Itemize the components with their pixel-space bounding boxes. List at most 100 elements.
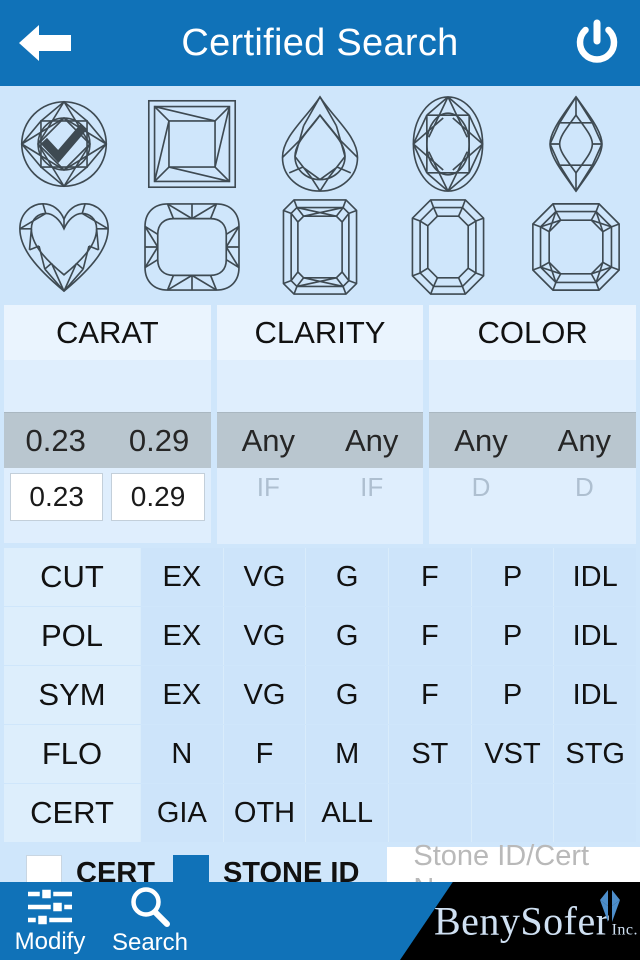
picker-carat-blank — [4, 360, 211, 412]
tab-modify-label: Modify — [14, 927, 86, 955]
grade-cert-oth[interactable]: OTH — [222, 784, 306, 842]
app-header: Certified Search — [0, 0, 640, 86]
grade-cut-f[interactable]: F — [388, 548, 471, 606]
grade-flo-stg[interactable]: STG — [553, 725, 637, 783]
cushion-diamond-icon — [144, 202, 240, 291]
grade-cert-all[interactable]: ALL — [305, 784, 389, 842]
page-title: Certified Search — [181, 21, 459, 64]
grade-row-pol: POL EX VG G F P IDL — [4, 607, 637, 665]
power-button[interactable] — [568, 14, 626, 72]
picker-color-next[interactable]: D D — [429, 468, 636, 522]
picker-color-next-from: D — [471, 472, 491, 502]
sliders-icon — [28, 886, 72, 927]
picker-clarity-next[interactable]: IF IF — [217, 468, 424, 522]
shape-heart[interactable] — [0, 195, 128, 298]
range-pickers: CARAT 0.23 0.29 0.23 0.29 CLARITY Any An… — [0, 305, 640, 544]
grade-row-cert: CERT GIA OTH ALL — [4, 784, 637, 842]
carat-to-input[interactable]: 0.29 — [111, 473, 205, 521]
picker-carat-title: CARAT — [4, 305, 211, 360]
shape-radiant[interactable] — [256, 195, 384, 298]
grade-cert-blank-1 — [388, 784, 471, 842]
picker-carat-from: 0.23 — [25, 422, 86, 458]
picker-carat-body[interactable]: 0.23 0.29 0.23 0.29 — [4, 360, 211, 543]
shape-pear[interactable] — [256, 92, 384, 195]
grade-pol-p[interactable]: P — [470, 607, 554, 665]
grade-label-cert: CERT — [4, 784, 140, 842]
grade-pol-g[interactable]: G — [305, 607, 389, 665]
shape-asscher[interactable] — [512, 195, 640, 298]
grade-row-flo: FLO N F M ST VST STG — [4, 725, 637, 783]
grade-label-sym: SYM — [4, 666, 140, 724]
grade-pol-idl[interactable]: IDL — [553, 607, 637, 665]
picker-carat-selected[interactable]: 0.23 0.29 — [4, 412, 211, 468]
tab-search-label: Search — [111, 928, 189, 956]
grade-cut-ex[interactable]: EX — [140, 548, 223, 606]
shape-emerald[interactable] — [384, 195, 512, 298]
certified-search-screen: Certified Search CARAT 0.23 0.29 0.23 0.… — [0, 0, 640, 960]
picker-clarity-body[interactable]: Any Any IF IF — [216, 360, 424, 544]
princess-diamond-icon — [147, 99, 237, 188]
tab-search[interactable]: Search — [100, 882, 200, 960]
back-button[interactable] — [14, 17, 76, 69]
grade-flo-vst[interactable]: VST — [470, 725, 554, 783]
checkmark-icon — [41, 123, 87, 163]
grade-label-flo: FLO — [4, 725, 140, 783]
picker-color-selected[interactable]: Any Any — [429, 412, 637, 468]
grade-label-pol: POL — [4, 607, 140, 665]
shape-oval[interactable] — [384, 92, 512, 195]
back-arrow-icon — [19, 25, 71, 61]
grade-cut-p[interactable]: P — [470, 548, 554, 606]
picker-color-body[interactable]: Any Any D D — [429, 360, 637, 544]
picker-clarity: CLARITY Any Any IF IF — [216, 305, 424, 544]
grade-sym-ex[interactable]: EX — [140, 666, 223, 724]
grade-pol-f[interactable]: F — [388, 607, 471, 665]
picker-clarity-title: CLARITY — [216, 305, 424, 360]
bottom-toolbar: Modify Search BenySofer Inc. — [0, 882, 640, 960]
grade-cut-g[interactable]: G — [305, 548, 389, 606]
picker-carat-foot — [4, 521, 211, 543]
four-diamond-logo-icon — [600, 890, 620, 922]
grade-sym-vg[interactable]: VG — [222, 666, 306, 724]
grade-label-cut: CUT — [4, 548, 140, 606]
pear-diamond-icon — [281, 94, 359, 192]
shape-cushion[interactable] — [128, 195, 256, 298]
grade-sym-p[interactable]: P — [470, 666, 554, 724]
heart-diamond-icon — [19, 202, 109, 292]
grade-pol-vg[interactable]: VG — [222, 607, 306, 665]
picker-clarity-blank — [216, 360, 424, 412]
grade-cert-blank-3 — [553, 784, 637, 842]
picker-carat-to: 0.29 — [128, 422, 190, 458]
magnifier-icon — [131, 886, 170, 927]
brand-logo: BenySofer Inc. — [400, 882, 640, 960]
emerald-diamond-icon — [411, 198, 485, 295]
shape-round[interactable] — [0, 92, 128, 195]
carat-from-input[interactable]: 0.23 — [10, 473, 104, 521]
grade-table: CUT EX VG G F P IDL POL EX VG G F P IDL … — [0, 548, 640, 842]
grade-flo-m[interactable]: M — [305, 725, 389, 783]
grade-flo-f[interactable]: F — [222, 725, 306, 783]
grade-cut-idl[interactable]: IDL — [553, 548, 637, 606]
shape-row-1 — [0, 92, 640, 195]
picker-clarity-to: Any — [344, 422, 399, 458]
grade-cut-vg[interactable]: VG — [222, 548, 306, 606]
grade-row-cut: CUT EX VG G F P IDL — [4, 548, 637, 606]
grade-sym-idl[interactable]: IDL — [553, 666, 637, 724]
radiant-diamond-icon — [282, 198, 358, 295]
picker-clarity-next-to: IF — [360, 472, 384, 502]
grade-sym-f[interactable]: F — [388, 666, 471, 724]
tab-modify[interactable]: Modify — [0, 882, 100, 960]
grade-pol-ex[interactable]: EX — [140, 607, 223, 665]
picker-color-next-to: D — [574, 472, 594, 502]
grade-flo-st[interactable]: ST — [388, 725, 471, 783]
grade-sym-g[interactable]: G — [305, 666, 389, 724]
picker-color-foot — [429, 522, 636, 544]
picker-clarity-selected[interactable]: Any Any — [216, 412, 424, 468]
picker-color-from: Any — [454, 422, 508, 458]
shape-princess[interactable] — [128, 92, 256, 195]
grade-row-sym: SYM EX VG G F P IDL — [4, 666, 637, 724]
grade-cert-gia[interactable]: GIA — [140, 784, 223, 842]
picker-color: COLOR Any Any D D — [429, 305, 637, 544]
shape-marquise[interactable] — [512, 92, 640, 195]
power-icon — [576, 19, 618, 63]
grade-flo-n[interactable]: N — [140, 725, 223, 783]
